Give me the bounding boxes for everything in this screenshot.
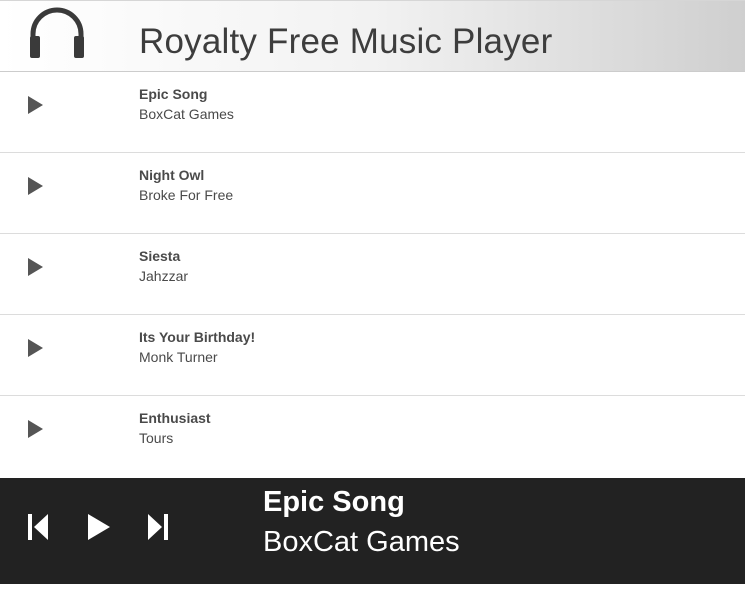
track-item[interactable]: Epic Song BoxCat Games (0, 72, 745, 153)
track-item[interactable]: Siesta Jahzzar (0, 234, 745, 315)
track-artist: Tours (139, 430, 174, 446)
track-item[interactable]: Enthusiast Tours (0, 396, 745, 476)
track-artist: Monk Turner (139, 349, 218, 365)
app-header: Royalty Free Music Player (0, 0, 745, 72)
track-item[interactable]: Night Owl Broke For Free (0, 153, 745, 234)
now-playing-title: Epic Song (263, 486, 405, 518)
play-icon[interactable] (27, 258, 45, 276)
music-player-app: Royalty Free Music Player Epic Song BoxC… (0, 0, 745, 595)
track-title: Night Owl (139, 167, 205, 183)
skip-previous-icon[interactable] (27, 512, 51, 542)
play-icon[interactable] (27, 96, 45, 114)
play-icon[interactable] (27, 420, 45, 438)
page-title: Royalty Free Music Player (139, 22, 553, 61)
bottom-margin (0, 584, 745, 595)
headphones-icon (30, 7, 84, 58)
track-title: Epic Song (139, 86, 208, 102)
track-title: Enthusiast (139, 410, 211, 426)
track-item[interactable]: Its Your Birthday! Monk Turner (0, 315, 745, 396)
play-icon[interactable] (27, 177, 45, 195)
track-list: Epic Song BoxCat Games Night Owl Broke F… (0, 72, 745, 476)
now-playing-artist: BoxCat Games (263, 526, 460, 558)
track-artist: Broke For Free (139, 187, 234, 203)
track-title: Siesta (139, 248, 181, 264)
skip-next-icon[interactable] (145, 512, 169, 542)
track-title: Its Your Birthday! (139, 329, 256, 345)
play-icon[interactable] (27, 339, 45, 357)
track-artist: BoxCat Games (139, 106, 234, 122)
now-playing-bar: Epic Song BoxCat Games (0, 478, 745, 584)
track-artist: Jahzzar (139, 268, 189, 284)
play-icon[interactable] (86, 512, 112, 542)
